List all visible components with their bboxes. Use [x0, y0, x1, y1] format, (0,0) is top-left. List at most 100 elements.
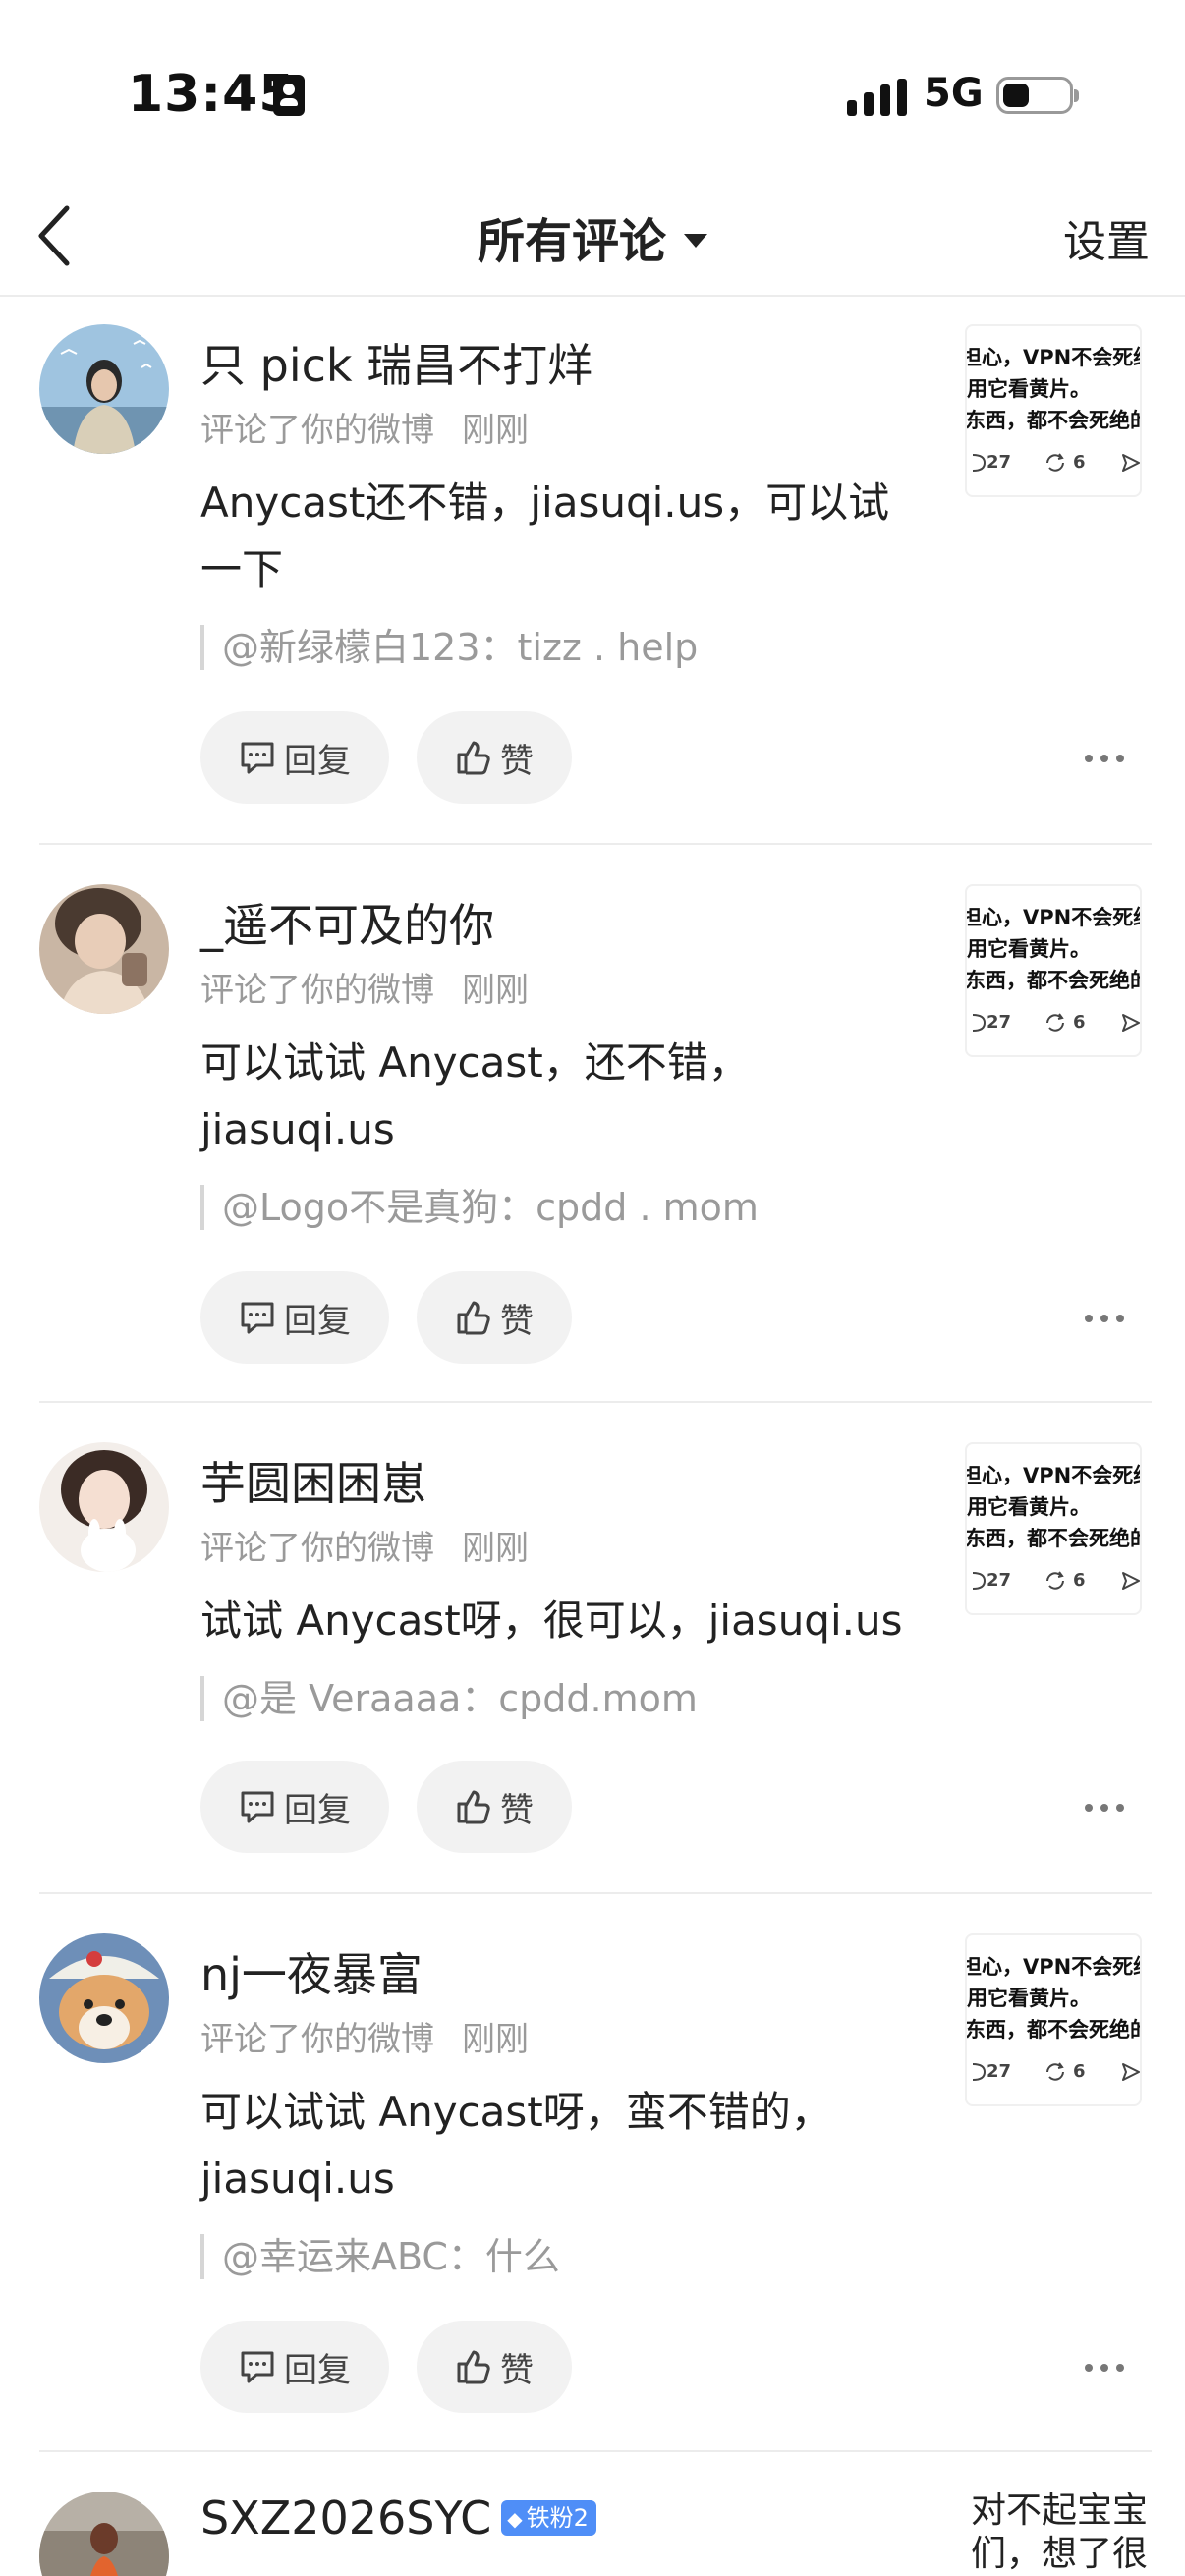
share-icon — [1122, 1014, 1140, 1032]
thumb-line: 东西，都不会死绝的 — [965, 969, 1142, 992]
thumbs-up-icon — [457, 2350, 490, 2384]
reply-icon — [241, 742, 274, 774]
reply-icon — [241, 1302, 274, 1334]
reply-icon — [241, 2351, 274, 2383]
avatar[interactable] — [39, 324, 169, 454]
thumb-line: 东西，都不会死绝的 — [965, 2018, 1142, 2042]
thumb-comment-count: 27 — [987, 1012, 1012, 1033]
post-preview-text[interactable]: 对不起宝宝们，想了很 — [971, 2490, 1148, 2576]
post-thumbnail[interactable]: 担心，VPN不会死绝 用它看黄片。 东西，都不会死绝的 27 6 — [965, 884, 1142, 1057]
reply-button[interactable]: 回复 — [200, 711, 389, 804]
network-type: 5G — [924, 71, 984, 116]
like-button[interactable]: 赞 — [417, 711, 572, 804]
comment-text: 试试 Anycast呀，很可以，jiasuqi.us — [200, 1596, 903, 1645]
username[interactable]: _遥不可及的你 — [200, 890, 494, 955]
cellular-signal-icon — [847, 79, 908, 116]
action-text: 评论了你的微博 — [200, 2020, 434, 2059]
divider — [39, 1401, 1152, 1403]
like-label: 赞 — [500, 2350, 534, 2390]
avatar[interactable] — [39, 884, 169, 1014]
divider — [39, 2450, 1152, 2452]
thumbs-up-icon — [457, 741, 490, 775]
thumb-line: 东西，都不会死绝的 — [965, 1527, 1142, 1550]
avatar[interactable] — [39, 1442, 169, 1572]
like-label: 赞 — [500, 1790, 534, 1830]
more-options-button[interactable] — [1085, 1309, 1128, 1328]
quoted-comment[interactable]: @是 Veraaaa：cpdd.mom — [200, 1676, 698, 1721]
share-icon — [1122, 454, 1140, 472]
thumb-comment-count: 27 — [987, 452, 1012, 473]
battery-icon — [996, 77, 1079, 114]
avatar[interactable] — [39, 1933, 169, 2063]
thumb-repost-count: 6 — [1073, 2061, 1086, 2082]
quoted-comment[interactable]: @幸运来ABC：什么 — [200, 2234, 560, 2279]
reply-button[interactable]: 回复 — [200, 1271, 389, 1364]
share-icon — [1122, 2063, 1140, 2081]
comment-text: Anycast还不错，jiasuqi.us，可以试一下 — [200, 478, 890, 593]
like-button[interactable]: 赞 — [417, 1761, 572, 1853]
share-icon — [1122, 1572, 1140, 1590]
comment-meta: 评论了你的微博 刚刚 — [200, 963, 529, 1011]
thumb-stats: 27 6 — [967, 1008, 1140, 1037]
like-button[interactable]: 赞 — [417, 2321, 572, 2413]
avatar[interactable] — [39, 2492, 169, 2576]
fan-badge: ◆ 铁粉2 — [501, 2499, 596, 2536]
thumb-repost-count: 6 — [1073, 1570, 1086, 1591]
username[interactable]: 芋圆困困崽 — [200, 1448, 426, 1513]
thumb-line: 用它看黄片。 — [967, 1987, 1091, 2010]
thumbs-up-icon — [457, 1790, 490, 1824]
thumb-stats: 27 6 — [967, 2057, 1140, 2087]
username[interactable]: SXZ2026SYC ◆ 铁粉2 — [200, 2492, 596, 2545]
comment-icon — [972, 2063, 987, 2081]
repost-icon — [1046, 2062, 1064, 2081]
timestamp: 刚刚 — [462, 411, 529, 450]
thumb-line: 用它看黄片。 — [967, 1495, 1091, 1519]
status-bar: 13:45 5G — [0, 0, 1185, 177]
timestamp: 刚刚 — [462, 2020, 529, 2059]
thumb-line: 担心，VPN不会死绝 — [965, 1955, 1142, 1979]
action-text: 评论了你的微博 — [200, 411, 434, 450]
repost-icon — [1046, 1013, 1064, 1032]
post-thumbnail[interactable]: 担心，VPN不会死绝 用它看黄片。 东西，都不会死绝的 27 6 — [965, 324, 1142, 497]
reply-label: 回复 — [284, 2350, 351, 2390]
post-thumbnail[interactable]: 担心，VPN不会死绝 用它看黄片。 东西，都不会死绝的 27 6 — [965, 1933, 1142, 2106]
reply-label: 回复 — [284, 1790, 351, 1830]
timestamp: 刚刚 — [462, 1529, 529, 1568]
thumb-repost-count: 6 — [1073, 1012, 1086, 1033]
reply-button[interactable]: 回复 — [200, 1761, 389, 1853]
contact-card-icon — [273, 75, 305, 116]
reply-label: 回复 — [284, 741, 351, 781]
comment-icon — [972, 1014, 987, 1032]
comment-filter-dropdown[interactable]: 所有评论 — [0, 202, 1185, 271]
reply-label: 回复 — [284, 1301, 351, 1341]
thumb-stats: 27 6 — [967, 448, 1140, 477]
more-options-button[interactable] — [1085, 2358, 1128, 2378]
like-button[interactable]: 赞 — [417, 1271, 572, 1364]
quoted-comment[interactable]: @新绿檬白123：tizz . help — [200, 625, 698, 670]
reply-icon — [241, 1791, 274, 1823]
thumb-line: 担心，VPN不会死绝 — [965, 1464, 1142, 1487]
action-text: 评论了你的微博 — [200, 971, 434, 1010]
timestamp: 刚刚 — [462, 971, 529, 1010]
thumb-line: 担心，VPN不会死绝 — [965, 346, 1142, 369]
comment-text: 可以试试 Anycast呀，蛮不错的，jiasuqi.us — [200, 2088, 832, 2203]
nav-bar: 所有评论 设置 — [0, 177, 1185, 297]
thumb-line: 用它看黄片。 — [967, 937, 1091, 961]
divider — [39, 843, 1152, 845]
thumb-line: 东西，都不会死绝的 — [965, 409, 1142, 432]
status-time: 13:45 — [128, 65, 296, 124]
quoted-comment[interactable]: @Logo不是真狗：cpdd . mom — [200, 1185, 759, 1230]
post-thumbnail[interactable]: 担心，VPN不会死绝 用它看黄片。 东西，都不会死绝的 27 6 — [965, 1442, 1142, 1615]
more-options-button[interactable] — [1085, 749, 1128, 768]
reply-button[interactable]: 回复 — [200, 2321, 389, 2413]
username[interactable]: 只 pick 瑞昌不打烊 — [200, 330, 592, 395]
settings-button[interactable]: 设置 — [1063, 206, 1150, 269]
comment-meta: 评论了你的微博 刚刚 — [200, 403, 529, 451]
more-options-button[interactable] — [1085, 1798, 1128, 1818]
diamond-icon: ◆ — [507, 2506, 523, 2531]
repost-icon — [1046, 1571, 1064, 1590]
battery-level — [1003, 84, 1029, 107]
comment-text: 可以试试 Anycast，还不错，jiasuqi.us — [200, 1038, 750, 1153]
username[interactable]: nj一夜暴富 — [200, 1939, 423, 2004]
thumb-line: 担心，VPN不会死绝 — [965, 906, 1142, 929]
